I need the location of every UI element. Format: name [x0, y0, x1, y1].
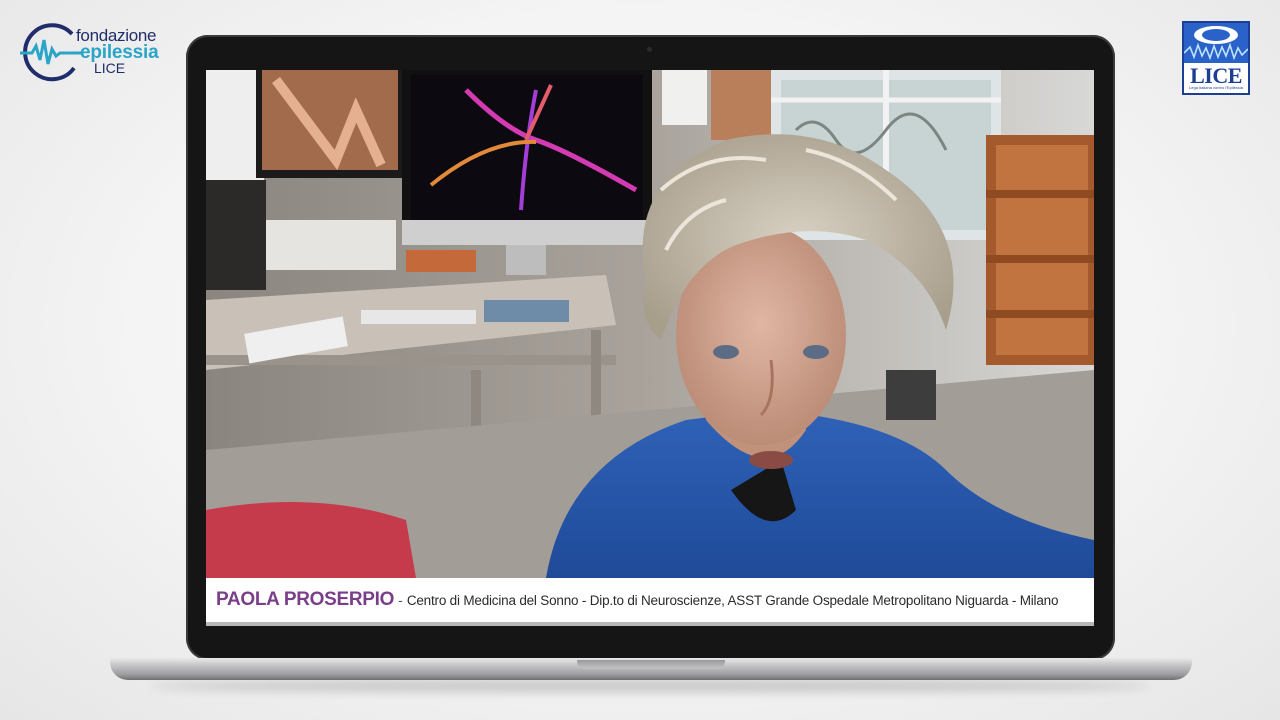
fondazione-epilessia-lice-logo: fondazione epilessia LICE	[20, 20, 180, 84]
speaker-separator: -	[398, 592, 403, 608]
speaker-name: PAOLA PROSERPIO	[216, 589, 395, 610]
laptop-notch	[577, 660, 725, 669]
lice-logo: LICE Lega Italiana contro l'Epilessia	[1182, 21, 1250, 95]
laptop-shadow	[150, 680, 1150, 692]
webcam-dot	[647, 47, 652, 52]
speaker-affiliation: Centro di Medicina del Sonno - Dip.to di…	[406, 592, 1059, 608]
office-scene-illustration	[206, 70, 1094, 578]
pulse-circle-icon	[20, 23, 82, 82]
speaker-lower-third: PAOLA PROSERPIO - Centro di Medicina del…	[206, 578, 1094, 622]
logo-line-lice: LICE	[94, 60, 126, 76]
lice-logo-subtitle: Lega Italiana contro l'Epilessia	[1189, 85, 1243, 90]
lice-emblem-icon	[1184, 23, 1248, 63]
video-frame: PAOLA PROSERPIO - Centro di Medicina del…	[206, 70, 1094, 626]
